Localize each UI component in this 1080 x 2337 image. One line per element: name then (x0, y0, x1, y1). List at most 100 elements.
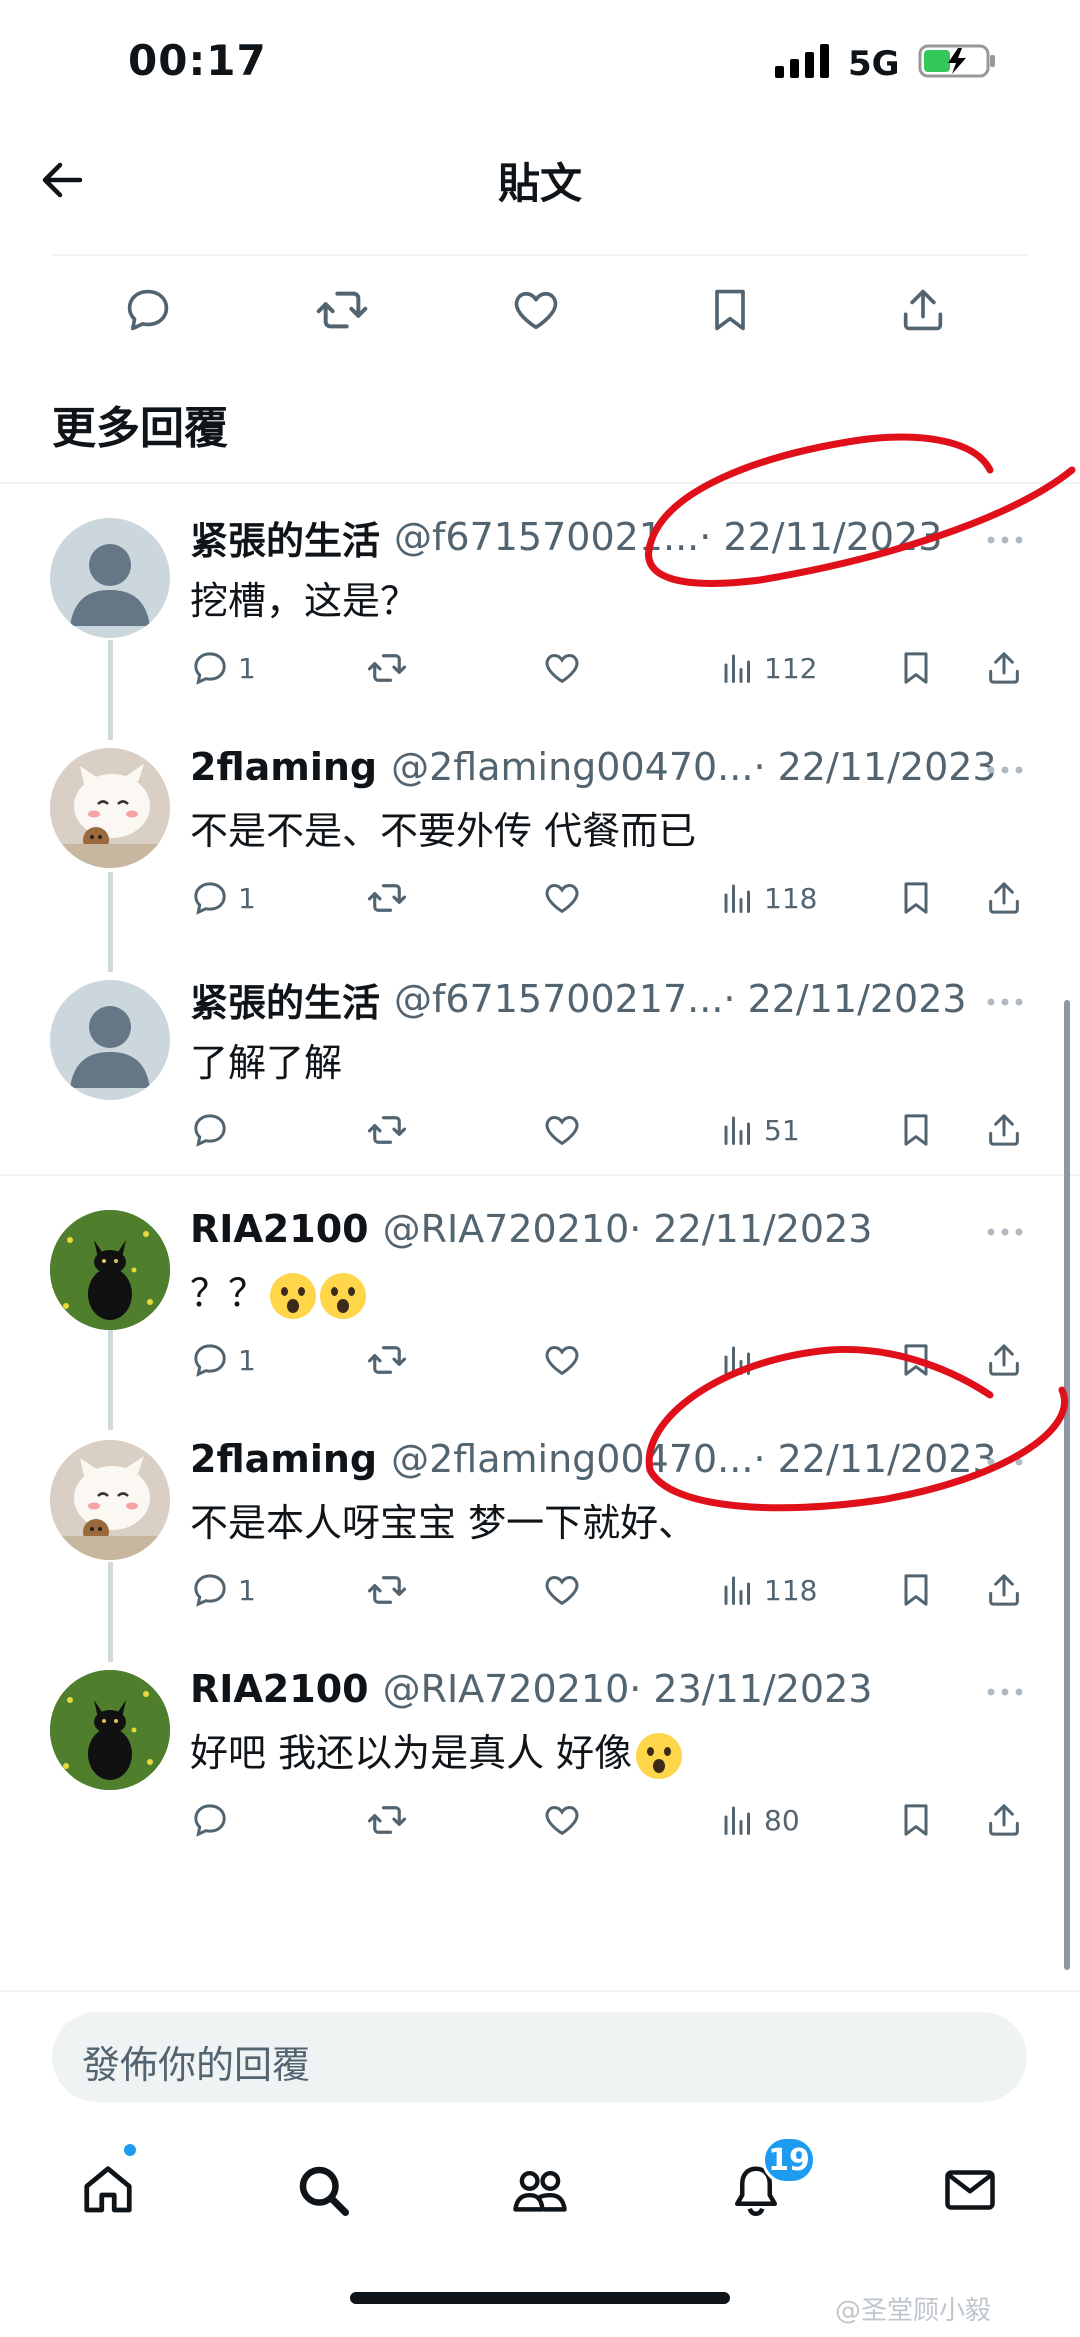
reply-item[interactable]: 2flaming @2flaming00470... · 22/11/2023 … (0, 720, 1080, 950)
views-chart-icon (724, 1576, 750, 1605)
reply-button[interactable] (190, 1790, 238, 1850)
post-date: · 22/11/2023 (723, 977, 967, 1021)
share-button[interactable] (984, 868, 1024, 928)
nav-search[interactable] (283, 2150, 363, 2230)
display-name[interactable]: RIA2100 (190, 1667, 369, 1711)
display-name[interactable]: 紧張的生活 (190, 510, 380, 565)
reply-header: 紧張的生活 @f671570021... · 22/11/2023 (190, 510, 943, 565)
share-button[interactable] (984, 1100, 1024, 1160)
screaming-face-emoji (320, 1272, 367, 1319)
share-button[interactable] (984, 1560, 1024, 1620)
reply-actions: 1 118 (190, 1560, 1050, 1620)
like-button[interactable] (542, 638, 582, 698)
communities-icon (513, 2171, 567, 2212)
bookmark-button[interactable] (896, 638, 936, 698)
repost-button[interactable] (366, 868, 408, 928)
like-button[interactable] (542, 868, 582, 928)
bookmark-button[interactable] (896, 1560, 936, 1620)
repost-icon (367, 884, 407, 912)
avatar[interactable] (50, 1670, 170, 1790)
reply-actions: 51 (190, 1100, 1050, 1160)
notifications-badge: 19 (762, 2136, 816, 2184)
avatar[interactable] (50, 518, 170, 638)
avatar[interactable] (50, 1440, 170, 1560)
repost-button[interactable] (366, 1790, 408, 1850)
bookmark-button[interactable] (896, 1100, 936, 1160)
reply-actions: 1 118 (190, 868, 1050, 928)
reply-button[interactable]: 1 (190, 1560, 256, 1620)
post-date: · 22/11/2023 (699, 515, 943, 559)
reply-count: 1 (238, 1573, 256, 1607)
like-button[interactable] (542, 1560, 582, 1620)
like-button[interactable] (542, 1100, 582, 1160)
user-handle[interactable]: @f671570021... (394, 515, 699, 559)
more-options-button[interactable] (975, 982, 1035, 1022)
views-button[interactable]: 80 (720, 1790, 800, 1850)
display-name[interactable]: 2flaming (190, 1437, 377, 1481)
display-name[interactable]: 2flaming (190, 745, 377, 789)
reply-button[interactable] (118, 280, 178, 340)
user-handle[interactable]: @RIA720210 (383, 1667, 630, 1711)
reply-button[interactable] (190, 1100, 238, 1160)
reply-button[interactable]: 1 (190, 1330, 256, 1390)
repost-button[interactable] (312, 280, 372, 340)
views-button[interactable]: 112 (720, 638, 817, 698)
more-options-button[interactable] (975, 1442, 1035, 1482)
reply-item[interactable]: RIA2100 @RIA720210 · 22/11/2023 ？？ 1 (0, 1182, 1080, 1412)
more-options-button[interactable] (975, 520, 1035, 560)
heart-icon (545, 1805, 579, 1836)
nav-home[interactable] (68, 2150, 148, 2230)
reply-button[interactable]: 1 (190, 638, 256, 698)
reply-item[interactable]: 2flaming @2flaming00470... · 22/11/2023 … (0, 1412, 1080, 1642)
share-button[interactable] (984, 1790, 1024, 1850)
views-button[interactable]: 51 (720, 1100, 800, 1160)
repost-button[interactable] (366, 638, 408, 698)
share-button[interactable] (893, 280, 953, 340)
repost-icon (367, 654, 407, 682)
repost-button[interactable] (366, 1100, 408, 1160)
views-button[interactable]: 118 (720, 868, 817, 928)
more-options-button[interactable] (975, 1212, 1035, 1252)
reply-text: 不是不是、不要外传 代餐而已 (190, 809, 697, 853)
more-options-button[interactable] (975, 750, 1035, 790)
user-handle[interactable]: @2flaming00470... (391, 745, 753, 789)
bookmark-button[interactable] (896, 868, 936, 928)
display-name[interactable]: RIA2100 (190, 1207, 369, 1251)
like-button[interactable] (506, 280, 566, 340)
like-button[interactable] (542, 1330, 582, 1390)
reply-item[interactable]: 紧張的生活 @f6715700217... · 22/11/2023 了解了解 … (0, 952, 1080, 1182)
nav-messages[interactable] (930, 2150, 1010, 2230)
display-name[interactable]: 紧張的生活 (190, 972, 380, 1027)
views-button[interactable]: 118 (720, 1560, 817, 1620)
reply-compose-input[interactable]: 發佈你的回覆 (52, 2012, 1027, 2102)
reply-text: ？？ (190, 1262, 367, 1319)
avatar[interactable] (50, 748, 170, 868)
reply-header: 2flaming @2flaming00470... · 22/11/2023 (190, 1434, 997, 1484)
bookmark-button[interactable] (700, 280, 760, 340)
home-indicator[interactable] (350, 2292, 730, 2304)
user-handle[interactable]: @RIA720210 (383, 1207, 630, 1251)
reply-button[interactable]: 1 (190, 868, 256, 928)
share-button[interactable] (984, 1330, 1024, 1390)
avatar[interactable] (50, 1210, 170, 1330)
user-handle[interactable]: @2flaming00470... (391, 1437, 753, 1481)
more-icon (987, 998, 1023, 1006)
repost-button[interactable] (366, 1560, 408, 1620)
share-button[interactable] (984, 638, 1024, 698)
user-handle[interactable]: @f6715700217... (394, 977, 723, 1021)
status-time: 00:17 (128, 36, 267, 85)
bookmark-button[interactable] (896, 1330, 936, 1390)
nav-communities[interactable] (500, 2150, 580, 2230)
reply-item[interactable]: RIA2100 @RIA720210 · 23/11/2023 好吧 我还以为是… (0, 1642, 1080, 1872)
more-options-button[interactable] (975, 1672, 1035, 1712)
avatar[interactable] (50, 980, 170, 1100)
bookmark-icon (904, 1574, 928, 1606)
bookmark-icon (904, 1804, 928, 1836)
views-button[interactable] (720, 1330, 764, 1390)
bookmark-button[interactable] (896, 1790, 936, 1850)
more-icon (987, 1228, 1023, 1236)
repost-button[interactable] (366, 1330, 408, 1390)
scrollbar[interactable] (1064, 1000, 1070, 1970)
like-button[interactable] (542, 1790, 582, 1850)
reply-item[interactable]: 紧張的生活 @f671570021... · 22/11/2023 挖槽，这是？… (0, 490, 1080, 720)
